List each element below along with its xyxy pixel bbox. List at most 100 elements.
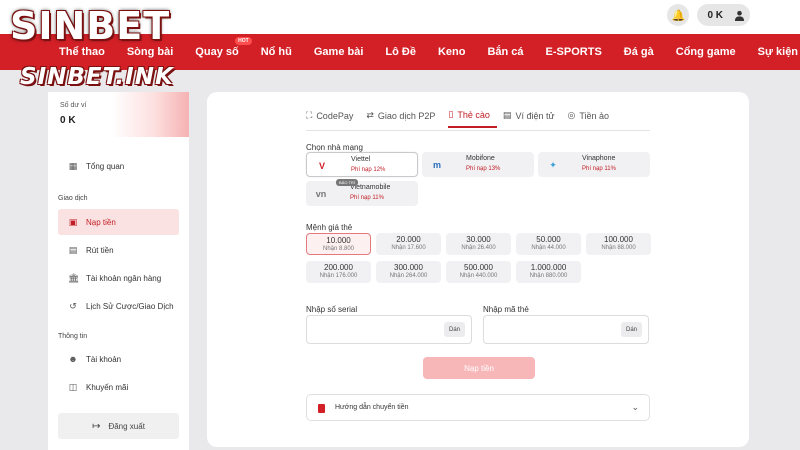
- network-logo-icon: m: [432, 160, 441, 170]
- amount-receive: Nhận 44.000: [531, 245, 566, 251]
- sidebar-item-label: Lịch Sử Cược/Giao Dịch: [86, 301, 174, 311]
- nav-item[interactable]: E-SPORTS: [535, 46, 613, 58]
- sidebar-item-promotions[interactable]: ◫ Khuyến mãi: [58, 374, 179, 400]
- serial-input[interactable]: Dán: [306, 315, 472, 344]
- paste-code-button[interactable]: Dán: [620, 322, 642, 337]
- network-option[interactable]: m Mobifone Phí nạp 13%: [422, 152, 534, 177]
- history-icon: ↺: [69, 300, 77, 311]
- tabs-divider: [306, 130, 650, 131]
- wallet-label: Số dư ví: [60, 102, 87, 109]
- amount-receive: Nhận 176.000: [319, 273, 358, 279]
- user-icon[interactable]: [728, 4, 750, 26]
- network-logo-icon: vn: [315, 189, 327, 199]
- sidebar-item-label: Khuyến mãi: [86, 382, 129, 392]
- amount-label: Mệnh giá thẻ: [306, 223, 353, 232]
- card-code-input[interactable]: Dán: [483, 315, 649, 344]
- user-icon: ☻: [68, 354, 78, 364]
- nav-item[interactable]: Quay số HOT: [184, 37, 252, 58]
- tab-scan[interactable]: ⛶ CodePay: [306, 109, 360, 128]
- tab-exchange[interactable]: ⇄ Giao dịch P2P: [366, 109, 442, 128]
- nav-item-label: Keno: [437, 46, 466, 58]
- network-option[interactable]: ✦ Vinaphone Phí nạp 11%: [538, 152, 650, 177]
- nav-item[interactable]: Game bài: [303, 46, 375, 58]
- sidebar-item-overview[interactable]: ▦ Tổng quan: [58, 153, 179, 179]
- document-icon: [318, 404, 325, 413]
- wallet-icon: ▤: [502, 110, 512, 120]
- sidebar-section-info: Thông tin: [58, 333, 88, 340]
- amount-value: 100.000: [604, 235, 633, 244]
- tab-card[interactable]: ▯ Thẻ cào: [448, 109, 497, 128]
- nav-item-label: E-SPORTS: [545, 46, 602, 58]
- amount-option[interactable]: 1.000.000 Nhận 880.000: [516, 261, 581, 283]
- amount-option[interactable]: 200.000 Nhận 176.000: [306, 261, 371, 283]
- hot-badge: HOT: [235, 37, 252, 45]
- sidebar-item-withdraw[interactable]: ▤ Rút tiền: [58, 237, 179, 263]
- coin-icon: ◎: [567, 110, 576, 120]
- nav-item[interactable]: Keno: [427, 46, 477, 58]
- network-logo-icon: ✦: [549, 159, 557, 170]
- wallet-value: 0 K: [60, 115, 76, 126]
- sidebar-item-deposit[interactable]: ▣ Nạp tiền: [58, 209, 179, 235]
- payment-method-tabs: ⛶ CodePay ⇄ Giao dịch P2P ▯ Thẻ cào ▤ Ví điện t…: [306, 109, 622, 128]
- deposit-icon: ▣: [68, 216, 78, 227]
- logout-button[interactable]: ↦ Đăng xuất: [58, 413, 179, 439]
- sidebar-item-history[interactable]: ↺ Lịch Sử Cược/Giao Dịch: [58, 293, 179, 319]
- network-name: Mobifone: [466, 155, 495, 162]
- nav-item[interactable]: Đá gà: [613, 46, 665, 58]
- serial-label: Nhập số serial: [306, 305, 358, 314]
- network-option[interactable]: V Viettel Phí nạp 12%: [306, 152, 418, 177]
- nav-item[interactable]: Lô Đề: [374, 46, 427, 58]
- amount-option[interactable]: 20.000 Nhận 17.600: [376, 233, 441, 255]
- amount-receive: Nhận 880.000: [529, 273, 568, 279]
- nav-item-label: Đá gà: [623, 46, 654, 58]
- sidebar-section-transactions: Giao dịch: [58, 195, 88, 202]
- network-option[interactable]: vn Vietnamobile Phí nạp 11% BẢO TRÌ: [306, 179, 418, 206]
- amount-option[interactable]: 50.000 Nhận 44.000: [516, 233, 581, 255]
- sidebar-item-label: Nạp tiền: [86, 217, 116, 227]
- amount-option[interactable]: 10.000 Nhận 8.800: [306, 233, 371, 255]
- gift-icon: ◫: [68, 381, 78, 392]
- nav-item[interactable]: Sự kiện: [747, 46, 800, 58]
- nav-item-label: Game bài: [313, 46, 364, 58]
- submit-deposit-button[interactable]: Nạp tiền: [423, 357, 535, 379]
- amount-receive: Nhận 26.400: [461, 245, 496, 251]
- nav-item[interactable]: Bắn cá: [476, 46, 534, 58]
- amount-receive: Nhận 440.000: [459, 273, 498, 279]
- sidebar-item-label: Tài khoản: [86, 354, 122, 364]
- nav-item-label: Cổng game: [675, 46, 736, 58]
- network-name: Viettel: [351, 156, 371, 163]
- amount-option[interactable]: 500.000 Nhận 440.000: [446, 261, 511, 283]
- tab-coin[interactable]: ◎ Tiền ảo: [567, 109, 616, 128]
- amount-value: 500.000: [464, 263, 493, 272]
- withdraw-icon: ▤: [68, 244, 78, 255]
- amount-option[interactable]: 30.000 Nhận 26.400: [446, 233, 511, 255]
- amount-receive: Nhận 8.800: [322, 246, 355, 252]
- bell-icon[interactable]: 🔔: [667, 4, 690, 26]
- sidebar-item-label: Tổng quan: [86, 161, 125, 171]
- amount-value: 10.000: [326, 236, 351, 245]
- amount-receive: Nhận 17.600: [391, 245, 426, 251]
- sidebar-item-label: Tài khoản ngân hàng: [86, 273, 162, 283]
- network-fee: Phí nạp 11%: [582, 166, 616, 172]
- card-code-label: Nhập mã thẻ: [483, 305, 529, 314]
- maintenance-badge: BẢO TRÌ: [336, 179, 358, 186]
- deposit-panel: ⛶ CodePay ⇄ Giao dịch P2P ▯ Thẻ cào ▤ Ví điện t…: [207, 92, 749, 447]
- amount-option[interactable]: 100.000 Nhận 88.000: [586, 233, 651, 255]
- network-label: Chọn nhà mạng: [306, 143, 363, 152]
- tab-label: Ví điện tử: [515, 110, 555, 121]
- transfer-guide-accordion[interactable]: Hướng dẫn chuyển tiền ⌄: [306, 394, 650, 421]
- nav-item[interactable]: Cổng game: [665, 46, 747, 58]
- amount-receive: Nhận 264.000: [389, 273, 428, 279]
- account-sidebar: Số dư ví 0 K ▦ Tổng quan Giao dịch ▣ Nạp…: [48, 92, 189, 450]
- paste-serial-button[interactable]: Dán: [443, 322, 465, 337]
- network-name: Vinaphone: [582, 155, 616, 162]
- amount-value: 1.000.000: [530, 263, 567, 272]
- sidebar-item-account[interactable]: ☻ Tài khoản: [58, 346, 179, 372]
- sinbet-logo[interactable]: SINBET: [10, 6, 170, 46]
- nav-item[interactable]: Nổ hũ: [250, 46, 303, 58]
- nav-item-label: Lô Đề: [385, 46, 416, 58]
- amount-option[interactable]: 300.000 Nhận 264.000: [376, 261, 441, 283]
- sidebar-item-bank-account[interactable]: 🏛 Tài khoản ngân hàng: [58, 265, 179, 291]
- amount-value: 20.000: [396, 235, 421, 244]
- tab-wallet[interactable]: ▤ Ví điện tử: [503, 109, 562, 128]
